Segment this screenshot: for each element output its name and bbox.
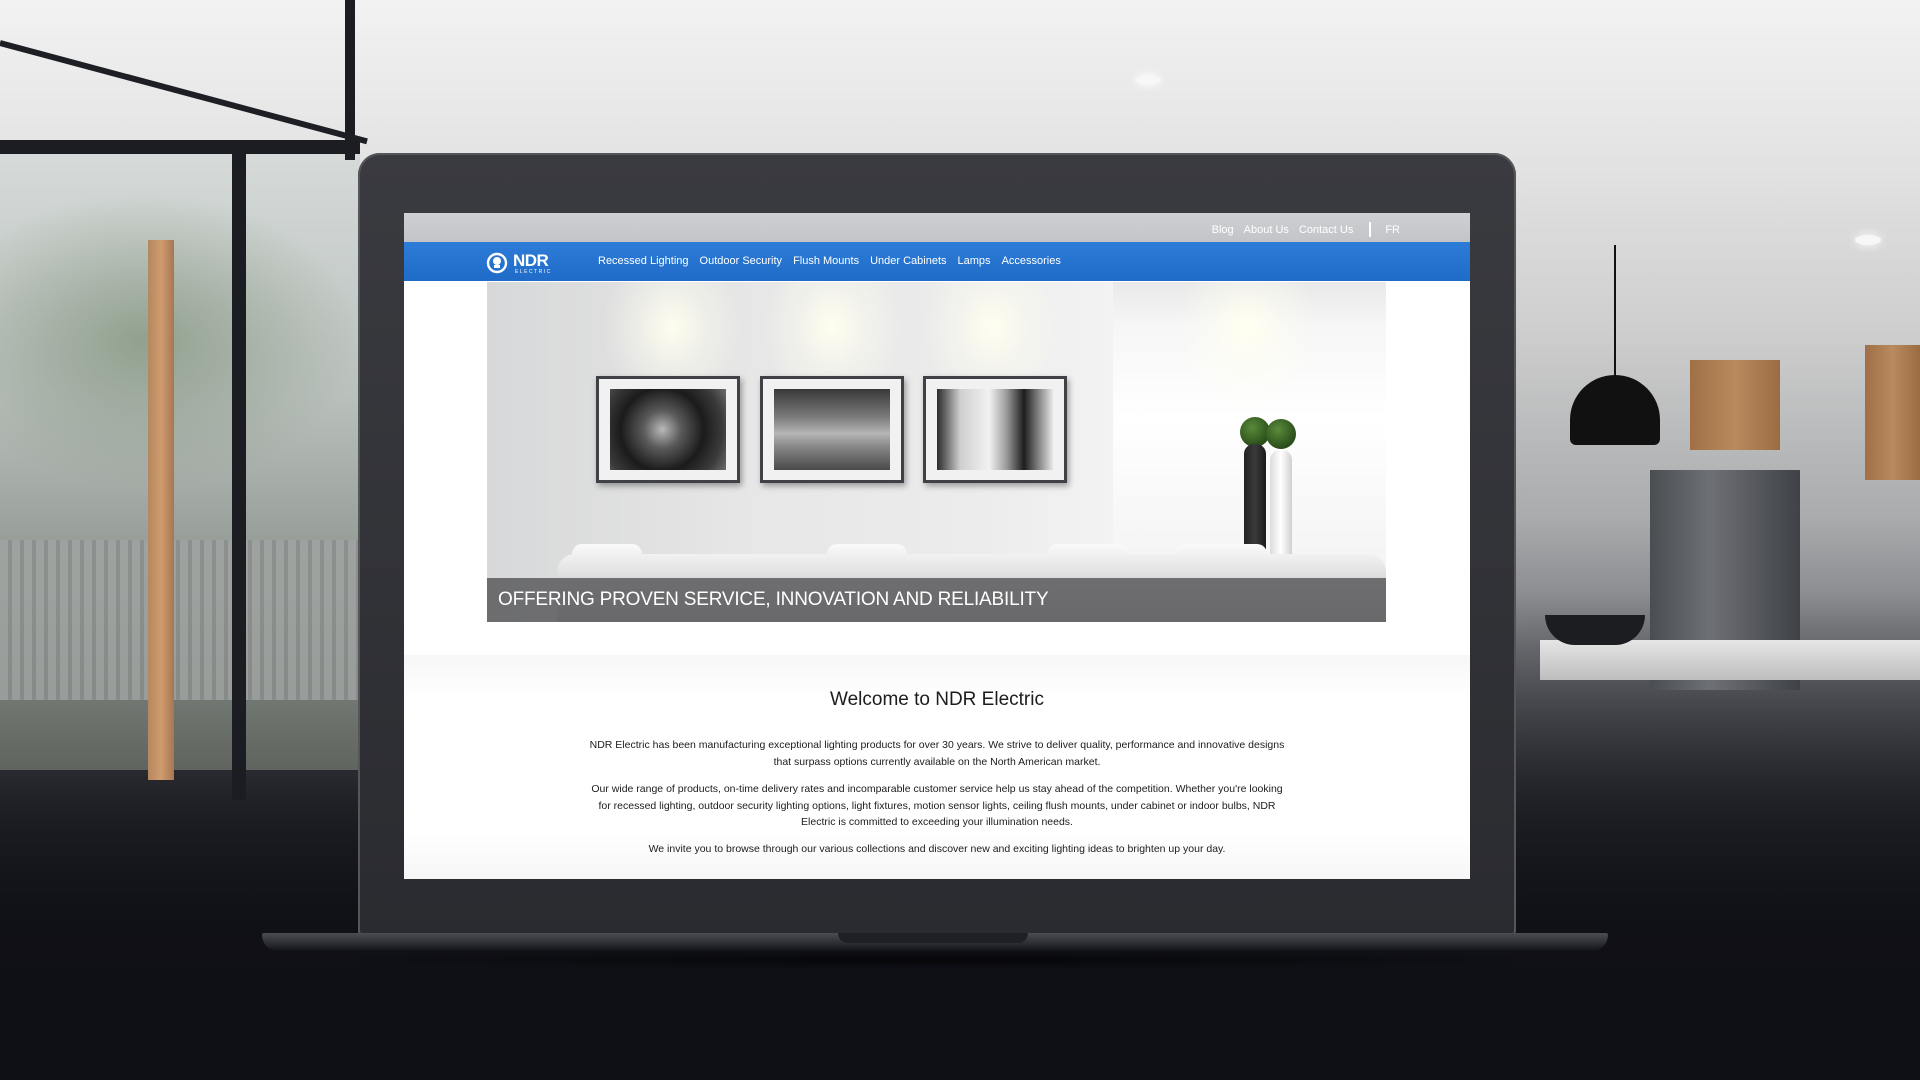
wood-cabinet [1690, 360, 1780, 450]
bowl [1545, 615, 1645, 645]
welcome-section: Welcome to NDR Electric NDR Electric has… [404, 655, 1470, 879]
hero-caption-bar: OFFERING PROVEN SERVICE, INNOVATION AND … [487, 578, 1386, 622]
utility-bar: Blog About Us Contact Us FR [404, 213, 1470, 242]
ceiling-track [0, 40, 368, 145]
welcome-paragraph: We invite you to browse through our vari… [648, 843, 1226, 855]
ceiling-light [1855, 235, 1881, 245]
topiary-plant [1266, 419, 1296, 449]
utility-links: Blog About Us Contact Us FR [1202, 222, 1400, 237]
contact-us-link[interactable]: Contact Us [1299, 224, 1353, 236]
spotlight-glow [1177, 282, 1317, 412]
logo-wordmark: NDR [513, 251, 549, 270]
sofa-cushion [827, 544, 907, 576]
fence [0, 540, 360, 700]
trees [0, 190, 360, 490]
nav-recessed-lighting[interactable]: Recessed Lighting [598, 255, 689, 267]
hero-banner[interactable]: OFFERING PROVEN SERVICE, INNOVATION AND … [487, 282, 1386, 622]
laptop-screen: Blog About Us Contact Us FR NDR ELECTRIC… [404, 213, 1470, 879]
welcome-paragraph: Our wide range of products, on-time deli… [591, 783, 1283, 828]
hero-caption: OFFERING PROVEN SERVICE, INNOVATION AND … [498, 589, 1049, 610]
framed-photo [923, 376, 1067, 483]
nav-flush-mounts[interactable]: Flush Mounts [793, 255, 859, 267]
wood-post [148, 240, 174, 780]
pendant-cord [1614, 245, 1616, 380]
welcome-title: Welcome to NDR Electric [830, 689, 1044, 710]
window-view [0, 150, 360, 770]
divider [1369, 222, 1372, 237]
laptop-notch [838, 933, 1028, 943]
window-frame [232, 150, 246, 800]
laptop-shadow [300, 950, 1570, 970]
sofa-cushion [1177, 544, 1267, 576]
framed-photo [760, 376, 904, 483]
logo-subtitle: ELECTRIC [515, 269, 552, 275]
pendant-lamp [1570, 375, 1660, 445]
wood-cabinet [1865, 345, 1920, 480]
blog-link[interactable]: Blog [1212, 224, 1234, 236]
framed-photo [596, 376, 740, 483]
main-navbar: NDR ELECTRIC Recessed Lighting Outdoor S… [404, 242, 1470, 281]
nav-accessories[interactable]: Accessories [1002, 255, 1061, 267]
sofa-cushion [1047, 544, 1127, 576]
bulb-logo-icon [486, 252, 508, 274]
ndr-logo[interactable]: NDR ELECTRIC [486, 249, 564, 275]
language-fr-link[interactable]: FR [1385, 224, 1400, 236]
nav-outdoor-security[interactable]: Outdoor Security [700, 255, 783, 267]
nav-under-cabinets[interactable]: Under Cabinets [870, 255, 946, 267]
nav-lamps[interactable]: Lamps [958, 255, 991, 267]
ceiling-light [1135, 75, 1161, 85]
window-frame [0, 140, 360, 154]
kitchen-counter [1540, 640, 1920, 680]
nav-menu: Recessed Lighting Outdoor Security Flush… [598, 255, 1072, 267]
about-us-link[interactable]: About Us [1244, 224, 1289, 236]
sofa-cushion [572, 544, 642, 576]
welcome-paragraph: NDR Electric has been manufacturing exce… [589, 739, 1285, 768]
vase-white [1270, 450, 1292, 566]
